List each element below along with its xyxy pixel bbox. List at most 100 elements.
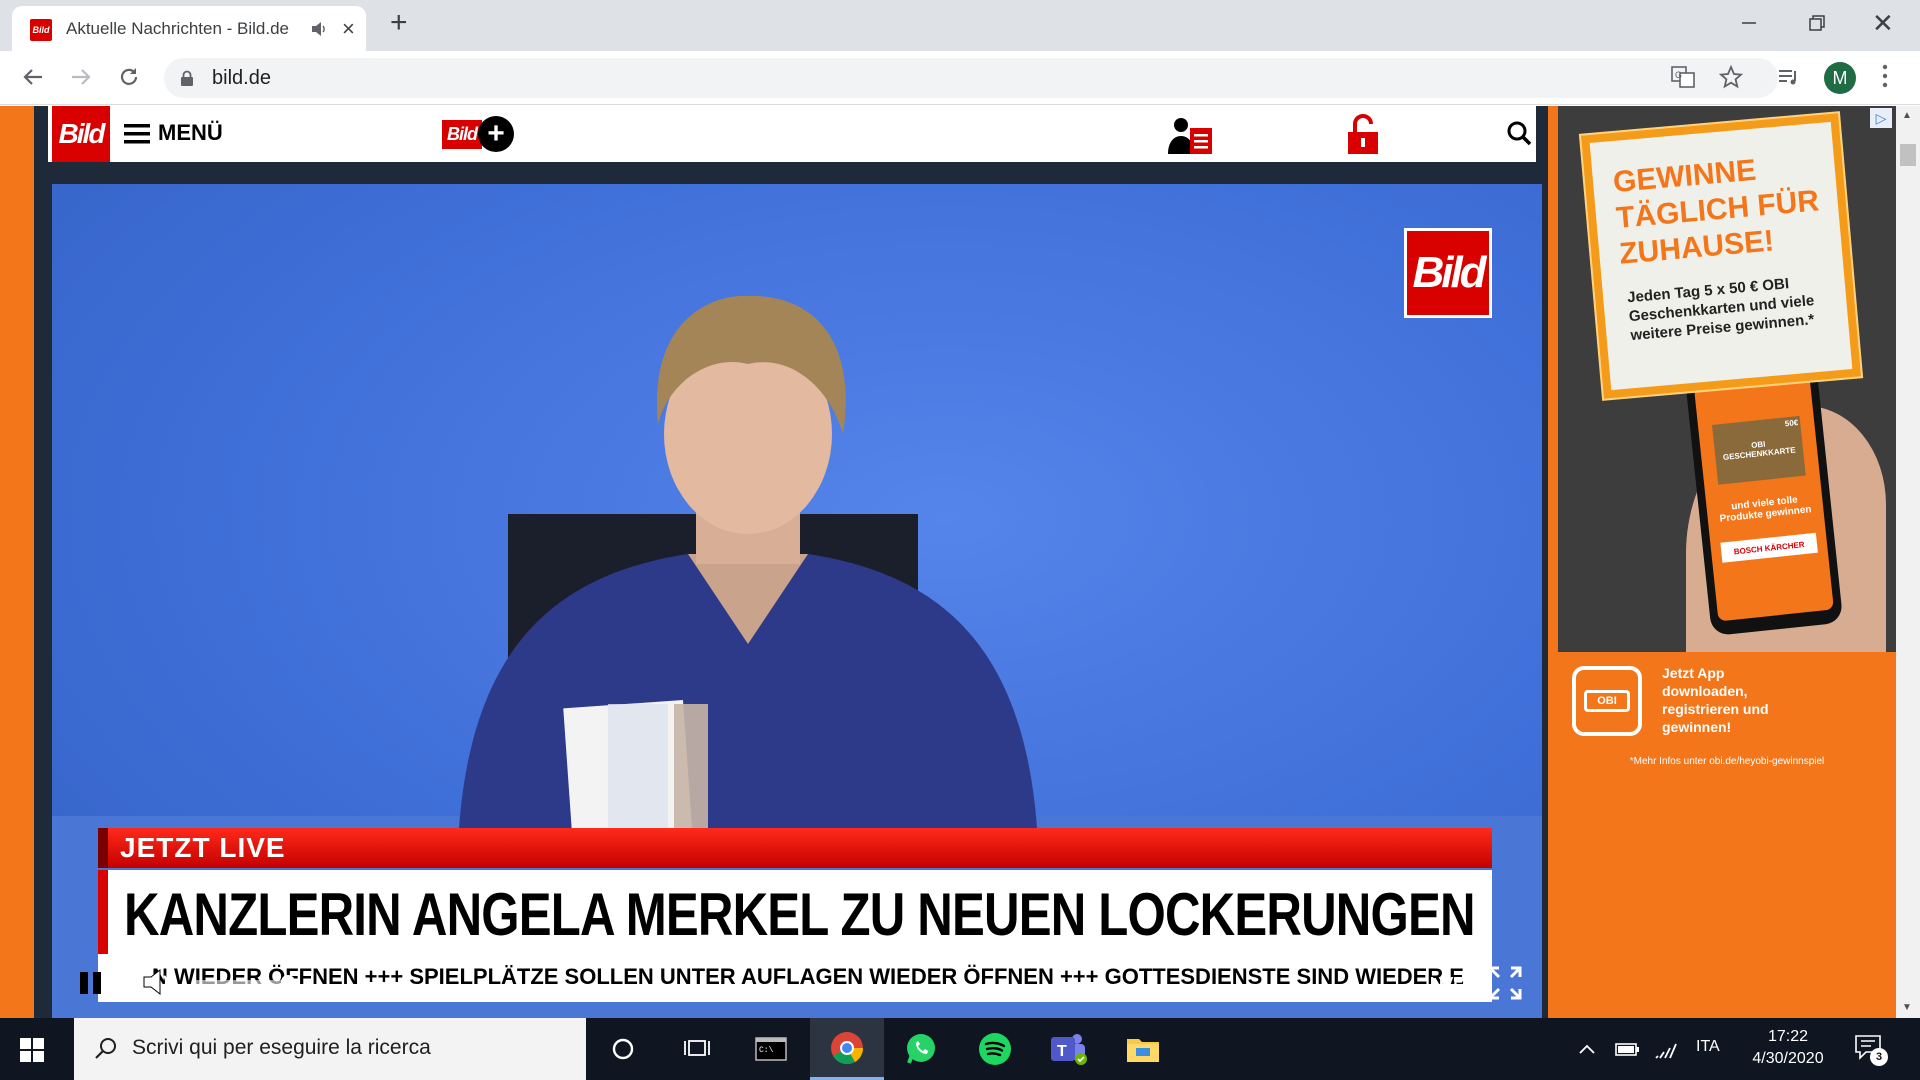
- cortana-button[interactable]: [586, 1018, 660, 1080]
- live-label-strip: JETZT LIVE: [98, 828, 1492, 868]
- new-tab-button[interactable]: +: [390, 6, 408, 40]
- whatsapp-icon: [907, 1034, 935, 1064]
- taskbar-chrome[interactable]: [810, 1018, 884, 1080]
- terminal-icon: C:\: [755, 1037, 787, 1061]
- back-icon[interactable]: [20, 64, 46, 90]
- clock-date: 4/30/2020: [1752, 1050, 1824, 1067]
- brand-logos: BOSCH KÄRCHER: [1720, 532, 1818, 563]
- ad-headline: GEWINNE TÄGLICH FÜR ZUHAUSE!: [1611, 153, 1821, 271]
- site-header: Bild MENÜ Bild +: [48, 106, 1536, 162]
- bildplus-logo[interactable]: Bild +: [442, 116, 514, 152]
- scrollbar-thumb[interactable]: [1900, 144, 1916, 166]
- volume-slider[interactable]: [192, 975, 295, 989]
- bild-favicon-icon: Bild: [30, 19, 52, 41]
- translate-icon[interactable]: G: [1670, 64, 1696, 90]
- ad-visual: OBI GESCHENKKARTE 50€ und viele tolle Pr…: [1558, 106, 1896, 652]
- action-center-button[interactable]: 3: [1854, 1034, 1888, 1066]
- phone-screen: OBI GESCHENKKARTE 50€ und viele tolle Pr…: [1693, 374, 1834, 622]
- task-view-icon: [684, 1040, 710, 1056]
- bild-logo[interactable]: Bild: [52, 106, 110, 162]
- url-text: bild.de: [212, 67, 271, 89]
- show-hidden-icons-icon[interactable]: [1578, 1036, 1596, 1062]
- profile-avatar[interactable]: M: [1824, 62, 1856, 94]
- live-label: JETZT LIVE: [120, 832, 286, 863]
- adchoices-icon[interactable]: ▷: [1870, 108, 1892, 128]
- obi-advertisement[interactable]: OBI GESCHENKKARTE 50€ und viele tolle Pr…: [1558, 106, 1896, 1018]
- cortana-icon: [612, 1038, 634, 1060]
- plus-icon: +: [478, 116, 514, 152]
- phone-promo-text: und viele tolle Produkte gewinnen: [1719, 494, 1813, 525]
- search-icon: [95, 1038, 116, 1059]
- hamburger-menu-icon[interactable]: [124, 124, 150, 144]
- taskbar-search-box[interactable]: Scrivi qui per eseguire la ricerca: [74, 1018, 586, 1080]
- svg-text:T: T: [1057, 1043, 1067, 1060]
- tab-strip: Bild Aktuelle Nachrichten - Bild.de × + …: [0, 0, 1920, 51]
- system-clock[interactable]: 17:22 4/30/2020: [1738, 1026, 1838, 1070]
- language-indicator[interactable]: ITA: [1696, 1038, 1720, 1064]
- taskbar-spotify[interactable]: [958, 1018, 1032, 1080]
- page-scrollbar[interactable]: ▲ ▼: [1896, 106, 1920, 1018]
- more-menu-icon[interactable]: [1880, 61, 1890, 91]
- minimize-icon[interactable]: [1738, 12, 1760, 34]
- gift-card-amount: 50€: [1784, 418, 1799, 429]
- forward-icon[interactable]: [68, 64, 94, 90]
- tab-close-icon[interactable]: ×: [342, 18, 355, 40]
- phone-image: OBI GESCHENKKARTE 50€ und viele tolle Pr…: [1684, 361, 1844, 637]
- taskbar-file-explorer[interactable]: [1106, 1018, 1180, 1080]
- menu-button[interactable]: MENÜ: [158, 120, 223, 146]
- browser-toolbar: bild.de G M: [0, 51, 1920, 105]
- bildplus-logo-text: Bild: [442, 119, 482, 149]
- search-icon[interactable]: [1506, 120, 1532, 146]
- taskbar-terminal[interactable]: C:\: [734, 1018, 808, 1080]
- windows-taskbar: Scrivi qui per eseguire la ricerca C:\ T…: [0, 1018, 1920, 1080]
- user-account-icon[interactable]: [1168, 116, 1214, 154]
- task-view-button[interactable]: [660, 1018, 734, 1080]
- pause-icon[interactable]: [78, 970, 104, 996]
- background-skin-left: [0, 106, 34, 1018]
- gift-card-image: OBI GESCHENKKARTE 50€: [1711, 415, 1806, 485]
- taskbar-search-placeholder: Scrivi qui per eseguire la ricerca: [132, 1036, 431, 1059]
- svg-text:G: G: [1675, 70, 1682, 80]
- folder-icon: [1127, 1039, 1159, 1062]
- scroll-down-icon[interactable]: ▼: [1902, 1002, 1912, 1013]
- svg-text:C:\: C:\: [759, 1046, 774, 1055]
- volume-slider-knob[interactable]: [281, 975, 295, 989]
- gift-card-text: OBI GESCHENKKARTE: [1722, 439, 1796, 463]
- tab-bild[interactable]: Bild Aktuelle Nachrichten - Bild.de ×: [12, 6, 366, 51]
- clock-time: 17:22: [1767, 1028, 1809, 1045]
- wifi-icon[interactable]: [1654, 1036, 1678, 1062]
- media-control-icon[interactable]: [1776, 64, 1802, 90]
- ad-subline: Jeden Tag 5 x 50 € OBI Geschenkkarten un…: [1626, 275, 1815, 345]
- speaker-video-frame: [458, 295, 1038, 844]
- volume-icon[interactable]: [142, 966, 178, 998]
- video-headline: KANZLERIN ANGELA MERKEL ZU NEUEN LOCKERU…: [124, 881, 1475, 948]
- obi-logo-text: OBI: [1584, 690, 1630, 712]
- battery-icon[interactable]: [1614, 1036, 1640, 1062]
- video-player[interactable]: Bild JETZT LIVE KANZLERIN ANGELA MERKEL …: [52, 184, 1542, 1018]
- bild-site: Bild MENÜ Bild + Bild JETZT LIVE KANZLER…: [34, 106, 1548, 1018]
- page-viewport: Bild MENÜ Bild + Bild JETZT LIVE KANZLER…: [0, 106, 1920, 1018]
- scroll-up-icon[interactable]: ▲: [1902, 110, 1912, 121]
- ad-promo-card: GEWINNE TÄGLICH FÜR ZUHAUSE! Jeden Tag 5…: [1580, 113, 1862, 399]
- window-close-icon[interactable]: ✕: [1872, 8, 1894, 39]
- headline-box: KANZLERIN ANGELA MERKEL ZU NEUEN LOCKERU…: [98, 870, 1492, 954]
- chrome-icon: [831, 1031, 864, 1064]
- taskbar-teams[interactable]: T: [1032, 1018, 1106, 1080]
- notification-count-badge: 3: [1870, 1048, 1888, 1066]
- ticker-text: N WIEDER ÖFFNEN +++ SPIELPLÄTZE SOLLEN U…: [152, 964, 1464, 989]
- restore-icon[interactable]: [1806, 12, 1828, 34]
- bild-watermark: Bild: [1404, 228, 1492, 318]
- tab-title: Aktuelle Nachrichten - Bild.de: [66, 19, 290, 38]
- taskbar-whatsapp[interactable]: [884, 1018, 958, 1080]
- bookmark-star-icon[interactable]: [1718, 64, 1744, 90]
- fullscreen-icon[interactable]: [1488, 966, 1522, 1000]
- teams-icon: T: [1051, 1034, 1087, 1065]
- ad-cta-banner[interactable]: OBI Jetzt App downloaden, registrieren u…: [1558, 652, 1806, 748]
- login-lock-icon[interactable]: [1346, 114, 1380, 154]
- speaker-icon[interactable]: [310, 20, 328, 38]
- reload-icon[interactable]: [116, 64, 142, 90]
- address-bar[interactable]: bild.de: [164, 58, 1778, 98]
- ad-cta-text: Jetzt App downloaden, registrieren und g…: [1662, 665, 1769, 735]
- windows-start-icon[interactable]: [20, 1038, 44, 1062]
- obi-logo: OBI: [1572, 666, 1642, 736]
